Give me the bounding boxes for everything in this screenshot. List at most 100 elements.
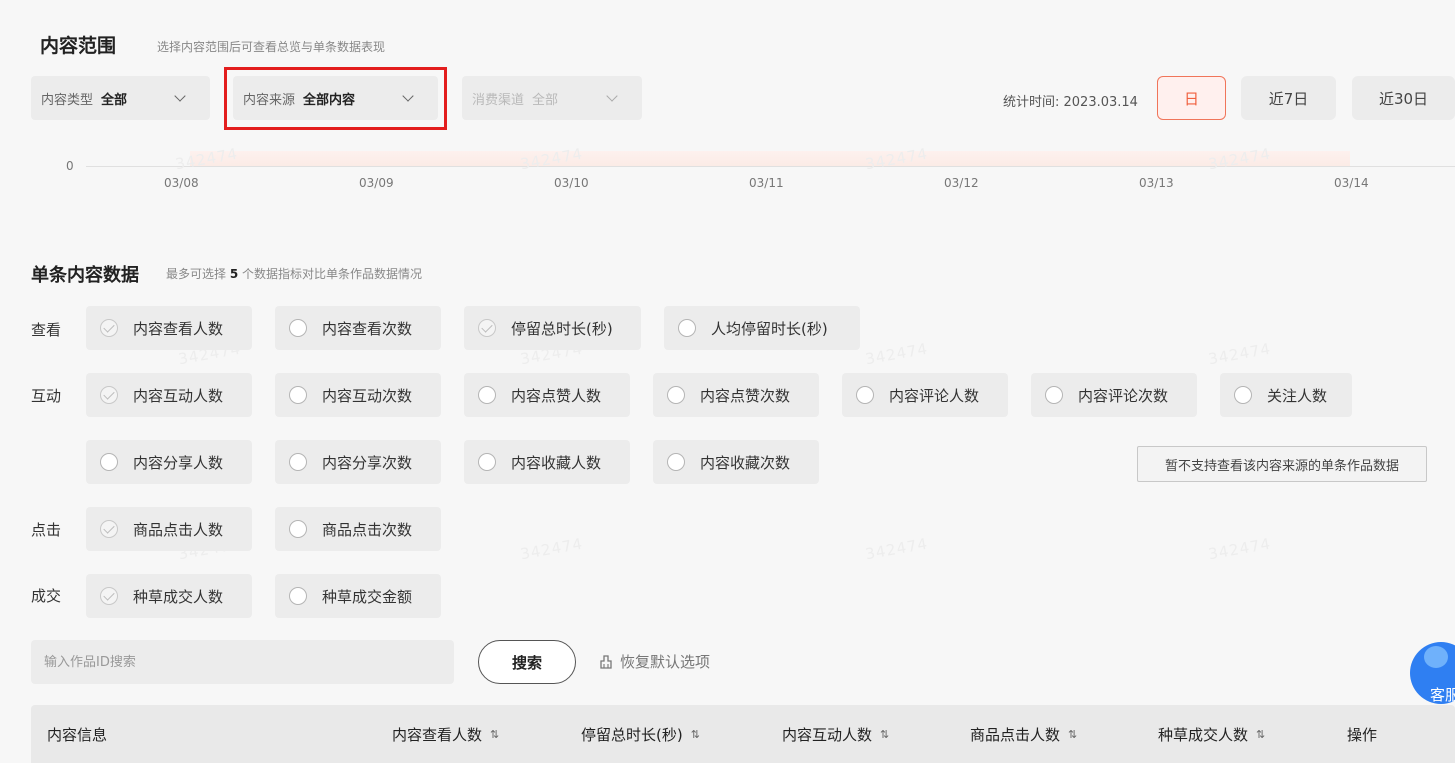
x-tick: 03/12 — [944, 176, 979, 190]
metric-label: 内容互动人数 — [133, 386, 224, 405]
search-input[interactable] — [31, 640, 454, 684]
metric-label: 商品点击人数 — [133, 520, 224, 539]
metric-collect-times[interactable]: 内容收藏次数 — [653, 440, 819, 484]
metric-label: 内容点赞次数 — [700, 386, 791, 405]
checkbox-icon — [289, 453, 307, 471]
chart-y-zero: 0 — [66, 159, 74, 173]
checkbox-icon — [1234, 386, 1252, 404]
search-button[interactable]: 搜索 — [478, 640, 576, 684]
content-source-select[interactable]: 内容来源 全部内容 — [233, 76, 438, 120]
metric-like-people[interactable]: 内容点赞人数 — [464, 373, 630, 417]
checkbox-checked-icon — [100, 319, 118, 337]
checkbox-icon — [478, 386, 496, 404]
chevron-down-icon — [174, 90, 186, 102]
period-30d-button[interactable]: 近30日 — [1352, 76, 1455, 120]
sort-icon[interactable]: ⇅ — [1256, 728, 1265, 741]
metric-view-times[interactable]: 内容查看次数 — [275, 306, 441, 350]
period-7d-button[interactable]: 近7日 — [1241, 76, 1336, 120]
subtitle-pre: 最多可选择 — [166, 267, 227, 281]
metric-label: 内容点赞人数 — [511, 386, 602, 405]
checkbox-icon — [289, 587, 307, 605]
th-label: 内容查看人数 — [392, 726, 483, 744]
consume-channel-value: 全部 — [532, 92, 559, 108]
checkbox-icon — [100, 453, 118, 471]
th-click-people[interactable]: 商品点击人数 ⇅ — [970, 724, 1077, 745]
content-type-label: 内容类型 — [41, 92, 94, 108]
th-view-people[interactable]: 内容查看人数 ⇅ — [392, 724, 499, 745]
metric-stay-total[interactable]: 停留总时长(秒) — [464, 306, 641, 350]
metric-comment-people[interactable]: 内容评论人数 — [842, 373, 1008, 417]
checkbox-icon — [667, 453, 685, 471]
watermark: 342474 — [863, 534, 930, 564]
th-deal-people[interactable]: 种草成交人数 ⇅ — [1158, 724, 1265, 745]
metric-label: 内容评论次数 — [1078, 386, 1169, 405]
checkbox-icon — [289, 319, 307, 337]
metric-like-times[interactable]: 内容点赞次数 — [653, 373, 819, 417]
metric-collect-people[interactable]: 内容收藏人数 — [464, 440, 630, 484]
metric-share-times[interactable]: 内容分享次数 — [275, 440, 441, 484]
metric-label: 关注人数 — [1267, 386, 1328, 405]
watermark: 342474 — [863, 144, 930, 174]
row-label-view: 查看 — [31, 321, 62, 339]
th-actions: 操作 — [1347, 724, 1377, 745]
th-interact-people[interactable]: 内容互动人数 ⇅ — [782, 724, 889, 745]
metric-label: 内容收藏次数 — [700, 453, 791, 472]
th-label: 操作 — [1347, 726, 1378, 744]
metric-comment-times[interactable]: 内容评论次数 — [1031, 373, 1197, 417]
content-source-value: 全部内容 — [303, 92, 356, 108]
metric-label: 内容分享次数 — [322, 453, 413, 472]
reset-defaults-link[interactable]: 恢复默认选项 — [598, 651, 710, 672]
sort-icon[interactable]: ⇅ — [691, 728, 700, 741]
th-label: 停留总时长(秒) — [581, 726, 683, 744]
metric-deal-amount[interactable]: 种草成交金额 — [275, 574, 441, 618]
checkbox-icon — [1045, 386, 1063, 404]
metric-stay-avg[interactable]: 人均停留时长(秒) — [664, 306, 860, 350]
checkbox-icon — [478, 453, 496, 471]
checkbox-checked-icon — [100, 520, 118, 538]
chevron-down-icon — [606, 90, 618, 102]
metric-product-click-times[interactable]: 商品点击次数 — [275, 507, 441, 551]
watermark: 342474 — [518, 144, 585, 174]
metric-interact-times[interactable]: 内容互动次数 — [275, 373, 441, 417]
broom-icon — [600, 654, 612, 669]
unsupported-notice: 暂不支持查看该内容来源的单条作品数据 — [1137, 446, 1427, 482]
checkbox-icon — [667, 386, 685, 404]
sort-icon[interactable]: ⇅ — [1068, 728, 1077, 741]
checkbox-icon — [856, 386, 874, 404]
watermark: 342474 — [518, 534, 585, 564]
customer-service-button[interactable]: 客服 — [1410, 642, 1455, 704]
section-title-content-scope: 内容范围 — [40, 35, 117, 57]
sort-icon[interactable]: ⇅ — [490, 728, 499, 741]
consume-channel-select[interactable]: 消费渠道 全部 — [462, 76, 642, 120]
checkbox-icon — [289, 520, 307, 538]
watermark: 342474 — [1206, 339, 1273, 369]
th-content-info: 内容信息 — [47, 724, 107, 745]
metric-share-people[interactable]: 内容分享人数 — [86, 440, 252, 484]
period-day-button[interactable]: 日 — [1157, 76, 1226, 120]
metric-label: 内容收藏人数 — [511, 453, 602, 472]
content-type-select[interactable]: 内容类型 全部 — [31, 76, 210, 120]
th-label: 种草成交人数 — [1158, 726, 1249, 744]
customer-service-label: 客服 — [1430, 686, 1455, 704]
stat-time: 统计时间: 2023.03.14 — [1003, 95, 1138, 110]
chat-bubble-icon — [1424, 646, 1448, 668]
x-tick: 03/10 — [554, 176, 589, 190]
sort-icon[interactable]: ⇅ — [880, 728, 889, 741]
metric-view-people[interactable]: 内容查看人数 — [86, 306, 252, 350]
metric-label: 内容评论人数 — [889, 386, 980, 405]
section-subtitle-content-scope: 选择内容范围后可查看总览与单条数据表现 — [157, 40, 386, 54]
content-source-label: 内容来源 — [243, 92, 296, 108]
metric-interact-people[interactable]: 内容互动人数 — [86, 373, 252, 417]
checkbox-checked-icon — [100, 386, 118, 404]
metric-label: 商品点击次数 — [322, 520, 413, 539]
metric-label: 停留总时长(秒) — [511, 319, 613, 338]
th-label: 内容互动人数 — [782, 726, 873, 744]
watermark: 342474 — [863, 339, 930, 369]
metric-follow-people[interactable]: 关注人数 — [1220, 373, 1352, 417]
metric-deal-people[interactable]: 种草成交人数 — [86, 574, 252, 618]
metric-product-click-people[interactable]: 商品点击人数 — [86, 507, 252, 551]
section-subtitle-single-content: 最多可选择 5 个数据指标对比单条作品数据情况 — [166, 265, 422, 282]
content-type-value: 全部 — [101, 92, 128, 108]
th-stay-total[interactable]: 停留总时长(秒) ⇅ — [581, 724, 700, 745]
reset-label: 恢复默认选项 — [620, 653, 711, 671]
